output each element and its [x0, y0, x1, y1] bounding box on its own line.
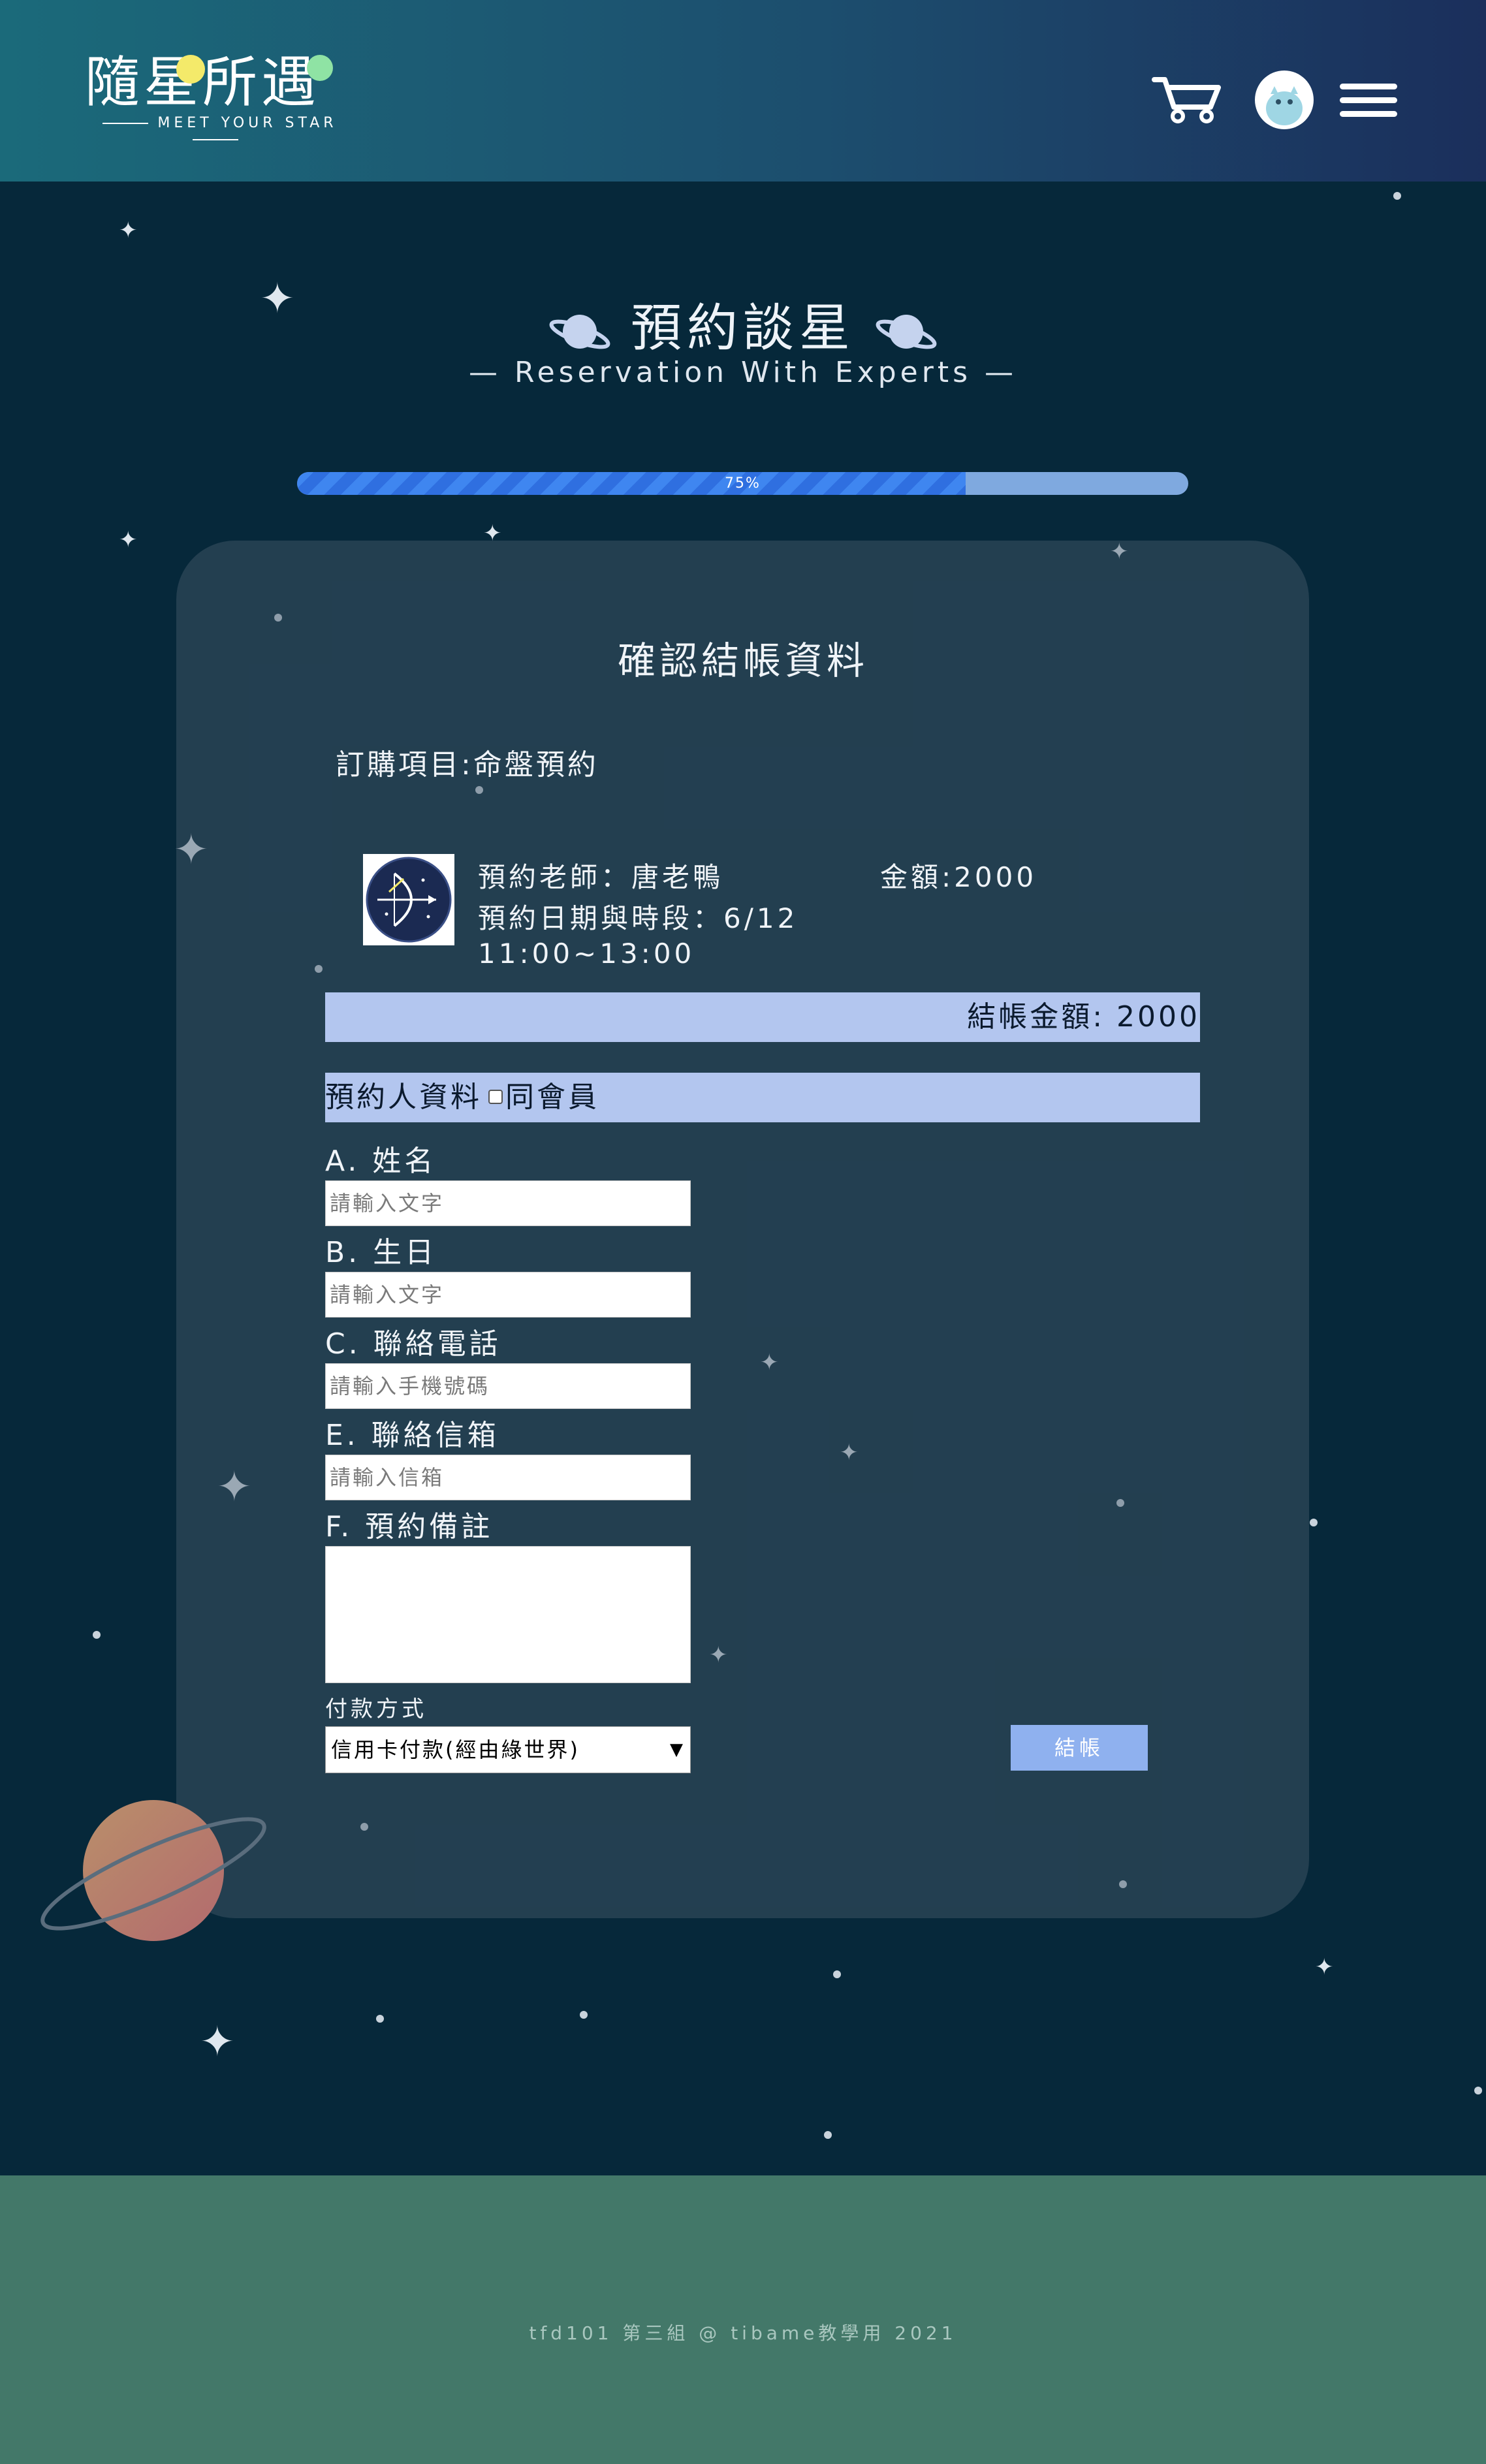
sparkle-icon: ✦: [1315, 1954, 1334, 1980]
star-dot: [580, 2011, 588, 2019]
name-input[interactable]: 請輸入文字: [325, 1180, 691, 1226]
star-dot: [376, 2015, 384, 2023]
sparkle-icon: ✦: [119, 217, 138, 244]
note-textarea[interactable]: [325, 1546, 691, 1683]
star-dot: [1474, 2087, 1482, 2094]
member-info-label: 預約人資料: [325, 1081, 482, 1114]
email-input[interactable]: 請輸入信箱: [325, 1455, 691, 1500]
avatar-character-icon: [1266, 86, 1303, 125]
birthday-input[interactable]: 請輸入文字: [325, 1272, 691, 1318]
total-amount-bar: 結帳金額: 2000: [325, 992, 1200, 1042]
product-image: [363, 854, 454, 945]
sparkle-icon: ✦: [119, 527, 138, 553]
note-label: F. 預約備註: [325, 1510, 494, 1543]
star-dot: [1310, 1519, 1318, 1526]
phone-input[interactable]: 請輸入手機號碼: [325, 1363, 691, 1409]
site-logo[interactable]: 隨星所遇 MEET YOUR STAR: [85, 51, 346, 136]
hamburger-menu-icon[interactable]: [1340, 84, 1397, 118]
checkout-heading: 確認結帳資料: [617, 639, 868, 683]
progress-label: 75%: [725, 475, 761, 492]
name-label: A. 姓名: [325, 1145, 437, 1178]
chevron-down-icon: ▼: [670, 1740, 685, 1760]
sparkle-icon: ✦: [200, 2018, 235, 2066]
item-price: 金額:2000: [880, 861, 1037, 893]
progress-bar: 75%: [297, 472, 1188, 495]
logo-planet-dot: [307, 55, 333, 81]
avatar[interactable]: [1255, 71, 1314, 129]
cart-icon[interactable]: [1150, 73, 1224, 125]
sagittarius-icon: [366, 857, 452, 943]
planet-icon: [876, 314, 937, 349]
reservation-date: 預約日期與時段：6/12: [478, 902, 798, 934]
total-amount: 結帳金額: 2000: [967, 1000, 1200, 1034]
planet-icon: [549, 314, 610, 349]
reservation-time: 11:00~13:00: [478, 938, 695, 970]
same-member-checkbox[interactable]: [488, 1090, 503, 1104]
logo-planet-dot: [176, 55, 205, 84]
checkout-button[interactable]: 結帳: [1011, 1725, 1148, 1771]
same-member-label[interactable]: 同會員: [505, 1081, 599, 1114]
star-dot: [1393, 192, 1401, 200]
payment-method-label: 付款方式: [325, 1696, 427, 1722]
page-subtitle: — Reservation With Experts —: [469, 356, 1017, 389]
star-dot: [93, 1631, 101, 1639]
email-label: E. 聯絡信箱: [325, 1419, 499, 1452]
order-item-label: 訂購項目:命盤預約: [336, 748, 599, 782]
teacher-name: 預約老師：唐老鴨: [478, 861, 724, 893]
footer-copyright: tfd101 第三組 @ tibame教學用 2021: [529, 2322, 957, 2344]
header-bar: 隨星所遇 MEET YOUR STAR: [0, 0, 1486, 182]
star-dot: [824, 2131, 832, 2139]
phone-label: C. 聯絡電話: [325, 1327, 501, 1361]
planet-illustration-icon: [40, 1800, 266, 1941]
star-dot: [833, 1970, 841, 1978]
page-title-text: 預約談星: [630, 299, 855, 358]
birthday-label: B. 生日: [325, 1236, 437, 1269]
member-info-bar: 預約人資料 同會員: [325, 1073, 1200, 1122]
logo-subtitle: MEET YOUR STAR: [91, 115, 340, 148]
payment-method-selected: 信用卡付款(經由綠世界): [331, 1737, 580, 1762]
page-title: 預約談星: [0, 287, 1486, 360]
payment-method-select[interactable]: 信用卡付款(經由綠世界) ▼: [325, 1726, 691, 1773]
